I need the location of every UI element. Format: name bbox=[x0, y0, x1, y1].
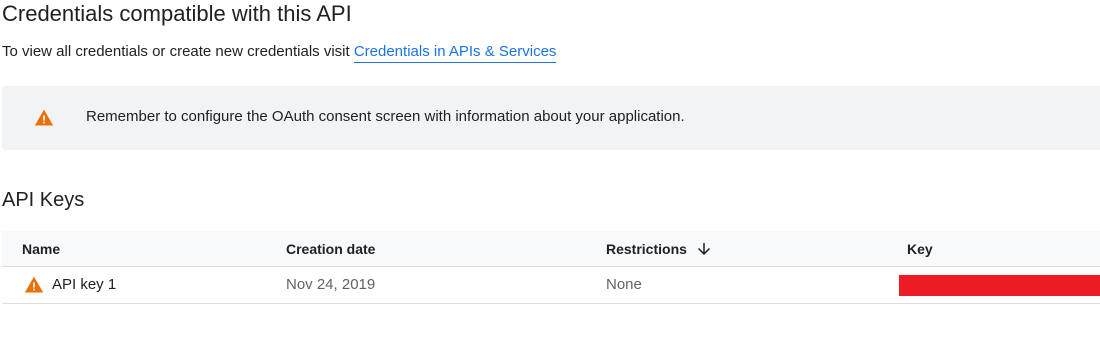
credentials-link[interactable]: Credentials in APIs & Services bbox=[353, 43, 557, 63]
intro-text: To view all credentials or create new cr… bbox=[2, 42, 557, 63]
page-title: Credentials compatible with this API bbox=[2, 1, 352, 26]
column-header-key[interactable]: Key bbox=[907, 231, 933, 267]
column-header-restrictions-label: Restrictions bbox=[606, 241, 687, 257]
column-header-name[interactable]: Name bbox=[22, 231, 60, 267]
api-keys-table: Name Creation date Restrictions Key API … bbox=[2, 231, 1100, 304]
api-keys-heading: API Keys bbox=[2, 189, 85, 211]
column-header-key-label: Key bbox=[907, 241, 933, 257]
oauth-warning-banner: Remember to configure the OAuth consent … bbox=[2, 86, 1100, 150]
column-header-restrictions[interactable]: Restrictions bbox=[606, 231, 713, 267]
credentials-panel: Credentials compatible with this API To … bbox=[0, 0, 1100, 349]
cell-creation-date: Nov 24, 2019 bbox=[286, 276, 376, 293]
key-redaction-block bbox=[899, 275, 1100, 296]
cell-restrictions: None bbox=[606, 276, 642, 293]
column-header-creation-date-label: Creation date bbox=[286, 241, 376, 257]
intro-text-label: To view all credentials or create new cr… bbox=[2, 43, 354, 60]
banner-message: Remember to configure the OAuth consent … bbox=[86, 108, 685, 125]
warning-icon bbox=[34, 109, 54, 126]
arrow-down-icon[interactable] bbox=[695, 240, 713, 258]
api-key-name-link[interactable]: API key 1 bbox=[52, 267, 116, 303]
table-row: API key 1 Nov 24, 2019 None bbox=[2, 267, 1100, 304]
table-header: Name Creation date Restrictions Key bbox=[2, 231, 1100, 267]
cell-name: API key 1 bbox=[24, 267, 116, 303]
warning-icon bbox=[24, 276, 44, 293]
column-header-creation-date[interactable]: Creation date bbox=[286, 231, 375, 267]
column-header-name-label: Name bbox=[22, 241, 61, 257]
